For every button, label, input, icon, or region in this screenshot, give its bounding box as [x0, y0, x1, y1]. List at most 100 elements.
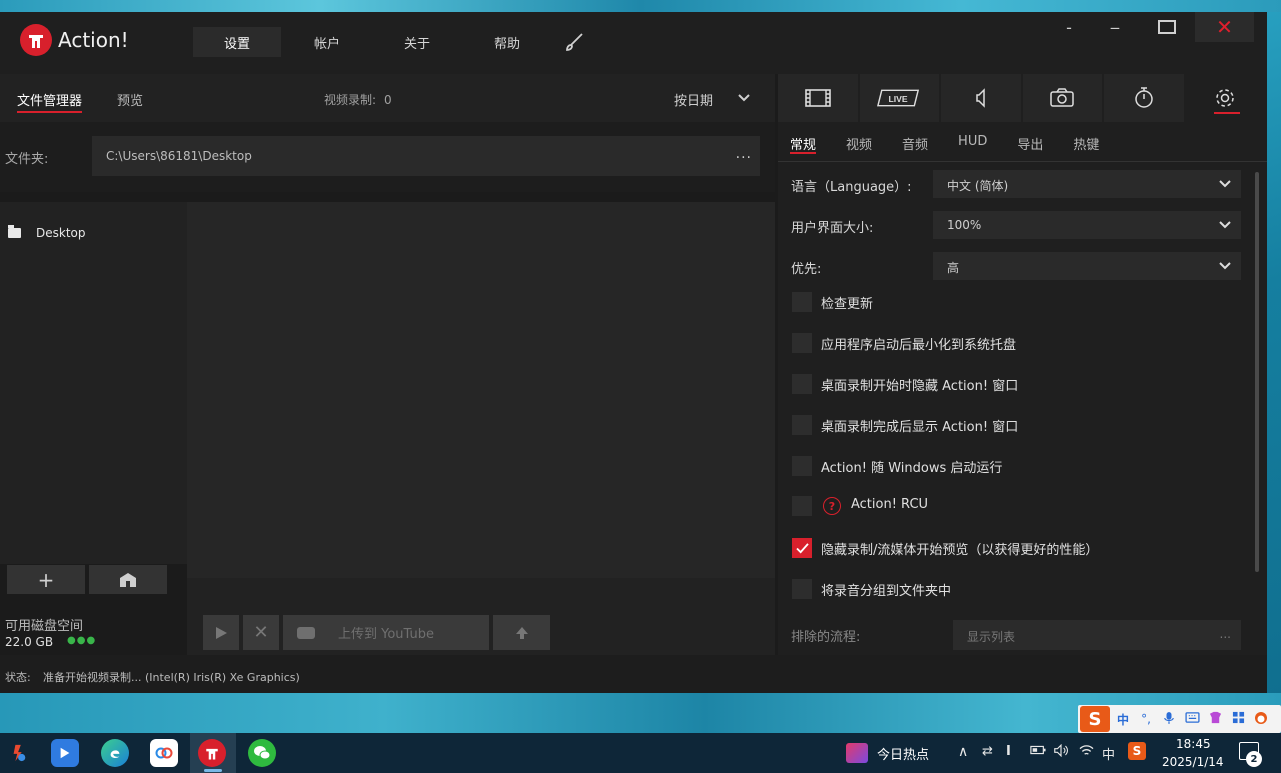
subtab-video[interactable]: 视频: [846, 134, 872, 154]
show-list-label: 显示列表: [967, 630, 1016, 644]
tab-file-manager[interactable]: 文件管理器: [17, 90, 83, 113]
edge-browser-icon[interactable]: [101, 739, 129, 767]
minimize-to-tray-button[interactable]: -: [1054, 12, 1084, 42]
toolbox-icon[interactable]: [1228, 711, 1248, 727]
add-folder-button[interactable]: +: [7, 565, 85, 594]
close-button[interactable]: ✕: [1195, 12, 1254, 42]
audio-icon: [976, 88, 985, 108]
preview-area: [187, 202, 775, 578]
tab-preview[interactable]: 预览: [117, 90, 143, 109]
subtab-general[interactable]: 常规: [790, 134, 817, 154]
chevron-down-icon: [1219, 180, 1231, 188]
tray-overflow-icon[interactable]: ∧: [958, 744, 968, 760]
show-window-checkbox[interactable]: [792, 415, 812, 435]
taskbar: 今日热点 ∧ ⇄ Ⅰ 中 S 18:45 2025/1/14 2: [0, 733, 1281, 773]
language-select[interactable]: 中文 (简体): [933, 170, 1241, 198]
mascot-icon[interactable]: [1251, 711, 1271, 728]
feishu-app-icon[interactable]: [51, 739, 79, 767]
clock-date[interactable]: 2025/1/14: [1162, 755, 1224, 769]
sogou-logo-icon[interactable]: S: [1080, 706, 1110, 732]
settings-pane: LIVE 常规 视频 音频 HUD 导出 热键 语言（Language）: 中文…: [778, 74, 1267, 655]
tab-timer[interactable]: [1104, 74, 1184, 122]
tree-item-desktop[interactable]: Desktop: [8, 225, 86, 240]
input-language-indicator[interactable]: 中: [1102, 744, 1115, 763]
battery-icon[interactable]: [1030, 744, 1046, 759]
show-window-label: 桌面录制完成后显示 Action! 窗口: [821, 420, 1019, 435]
minimize-to-tray-checkbox[interactable]: [792, 333, 812, 353]
wechat-icon[interactable]: [248, 739, 276, 767]
sogou-tray-icon[interactable]: S: [1128, 742, 1146, 760]
minimize-button[interactable]: ‒: [1100, 12, 1130, 42]
nav-about[interactable]: 关于: [373, 27, 461, 57]
tab-screenshot[interactable]: [1022, 74, 1102, 122]
chevron-down-icon: [1219, 221, 1231, 229]
chevron-down-icon[interactable]: [738, 94, 750, 102]
open-folder-button[interactable]: [89, 565, 167, 594]
clock-time[interactable]: 18:45: [1176, 737, 1211, 751]
skin-icon[interactable]: [1205, 711, 1225, 727]
record-count-label: 视频录制:: [324, 93, 377, 107]
browse-folder-button[interactable]: ...: [736, 146, 752, 162]
ime-punct-toggle[interactable]: °,: [1136, 712, 1156, 726]
upload-youtube-button[interactable]: 上传到 YouTube: [283, 615, 489, 650]
checkmark-icon: [795, 542, 809, 554]
run-on-startup-checkbox[interactable]: [792, 456, 812, 476]
tab-video-recording[interactable]: [778, 74, 858, 122]
folder-path-field[interactable]: C:\Users\86181\Desktop ...: [92, 136, 760, 176]
sort-dropdown[interactable]: 按日期: [674, 90, 713, 109]
volume-icon[interactable]: [1053, 743, 1069, 761]
tray-meter-icon[interactable]: Ⅰ: [1006, 744, 1011, 759]
scrollbar-thumb[interactable]: [1255, 172, 1259, 572]
baidu-netdisk-icon[interactable]: [150, 739, 178, 767]
check-updates-checkbox[interactable]: [792, 292, 812, 312]
nav-account[interactable]: 帐户: [283, 27, 371, 57]
news-widget[interactable]: 今日热点: [846, 743, 929, 763]
ime-mode-toggle[interactable]: 中: [1113, 711, 1133, 728]
nav-help[interactable]: 帮助: [463, 27, 551, 57]
left-tabs: 文件管理器 预览 视频录制: 0 按日期: [0, 74, 775, 122]
group-recordings-checkbox[interactable]: [792, 579, 812, 599]
play-button[interactable]: [203, 615, 239, 650]
ui-size-value: 100%: [947, 218, 982, 232]
home-folder-icon: [120, 572, 136, 587]
nav-settings[interactable]: 设置: [193, 27, 281, 57]
folder-path-text: C:\Users\86181\Desktop: [106, 149, 252, 163]
ui-size-select[interactable]: 100%: [933, 211, 1241, 239]
status-bar: 状态: 准备开始视频录制... (Intel(R) Iris(R) Xe Gra…: [0, 655, 1267, 693]
general-settings: 语言（Language）: 中文 (简体) 用户界面大小: 100% 优先: 高…: [778, 162, 1253, 655]
hide-preview-checkbox[interactable]: [792, 538, 812, 558]
file-manager-pane: 文件管理器 预览 视频录制: 0 按日期 文件夹: C:\Users\86181\…: [0, 74, 775, 655]
tray-switch-icon[interactable]: ⇄: [982, 744, 993, 759]
upload-button[interactable]: [493, 615, 550, 650]
live-text: LIVE: [889, 94, 908, 104]
show-list-button[interactable]: 显示列表 ...: [953, 620, 1241, 650]
delete-button[interactable]: ✕: [243, 615, 279, 650]
microphone-icon[interactable]: [1159, 711, 1179, 728]
disk-space-label: 可用磁盘空间: [5, 619, 84, 634]
folder-row: 文件夹: C:\Users\86181\Desktop ...: [0, 122, 775, 192]
subtab-hotkeys[interactable]: 热键: [1073, 134, 1099, 154]
status-label: 状态:: [5, 671, 31, 684]
tab-settings[interactable]: [1185, 74, 1265, 122]
tab-live-streaming[interactable]: LIVE: [859, 74, 939, 122]
priority-select[interactable]: 高: [933, 252, 1241, 280]
keyboard-icon[interactable]: [1182, 712, 1202, 726]
help-icon[interactable]: ?: [823, 497, 841, 515]
tab-audio[interactable]: [941, 74, 1021, 122]
live-icon: LIVE: [877, 89, 920, 107]
hide-window-checkbox[interactable]: [792, 374, 812, 394]
excluded-processes-label: 排除的流程:: [791, 630, 861, 645]
maximize-button[interactable]: [1152, 12, 1182, 42]
disk-status-icon: ●●●: [67, 635, 97, 646]
settings-scrollbar[interactable]: [1253, 162, 1261, 655]
action-taskbar-icon[interactable]: [198, 739, 226, 767]
start-app-icon[interactable]: [4, 739, 34, 767]
wifi-icon[interactable]: [1079, 744, 1094, 761]
brush-icon[interactable]: [562, 30, 588, 54]
subtab-audio[interactable]: 音频: [902, 134, 928, 154]
chevron-down-icon: [1219, 262, 1231, 270]
news-icon: [846, 743, 868, 763]
subtab-export[interactable]: 导出: [1017, 134, 1043, 154]
subtab-hud[interactable]: HUD: [958, 134, 987, 154]
rcu-checkbox[interactable]: [792, 496, 812, 516]
